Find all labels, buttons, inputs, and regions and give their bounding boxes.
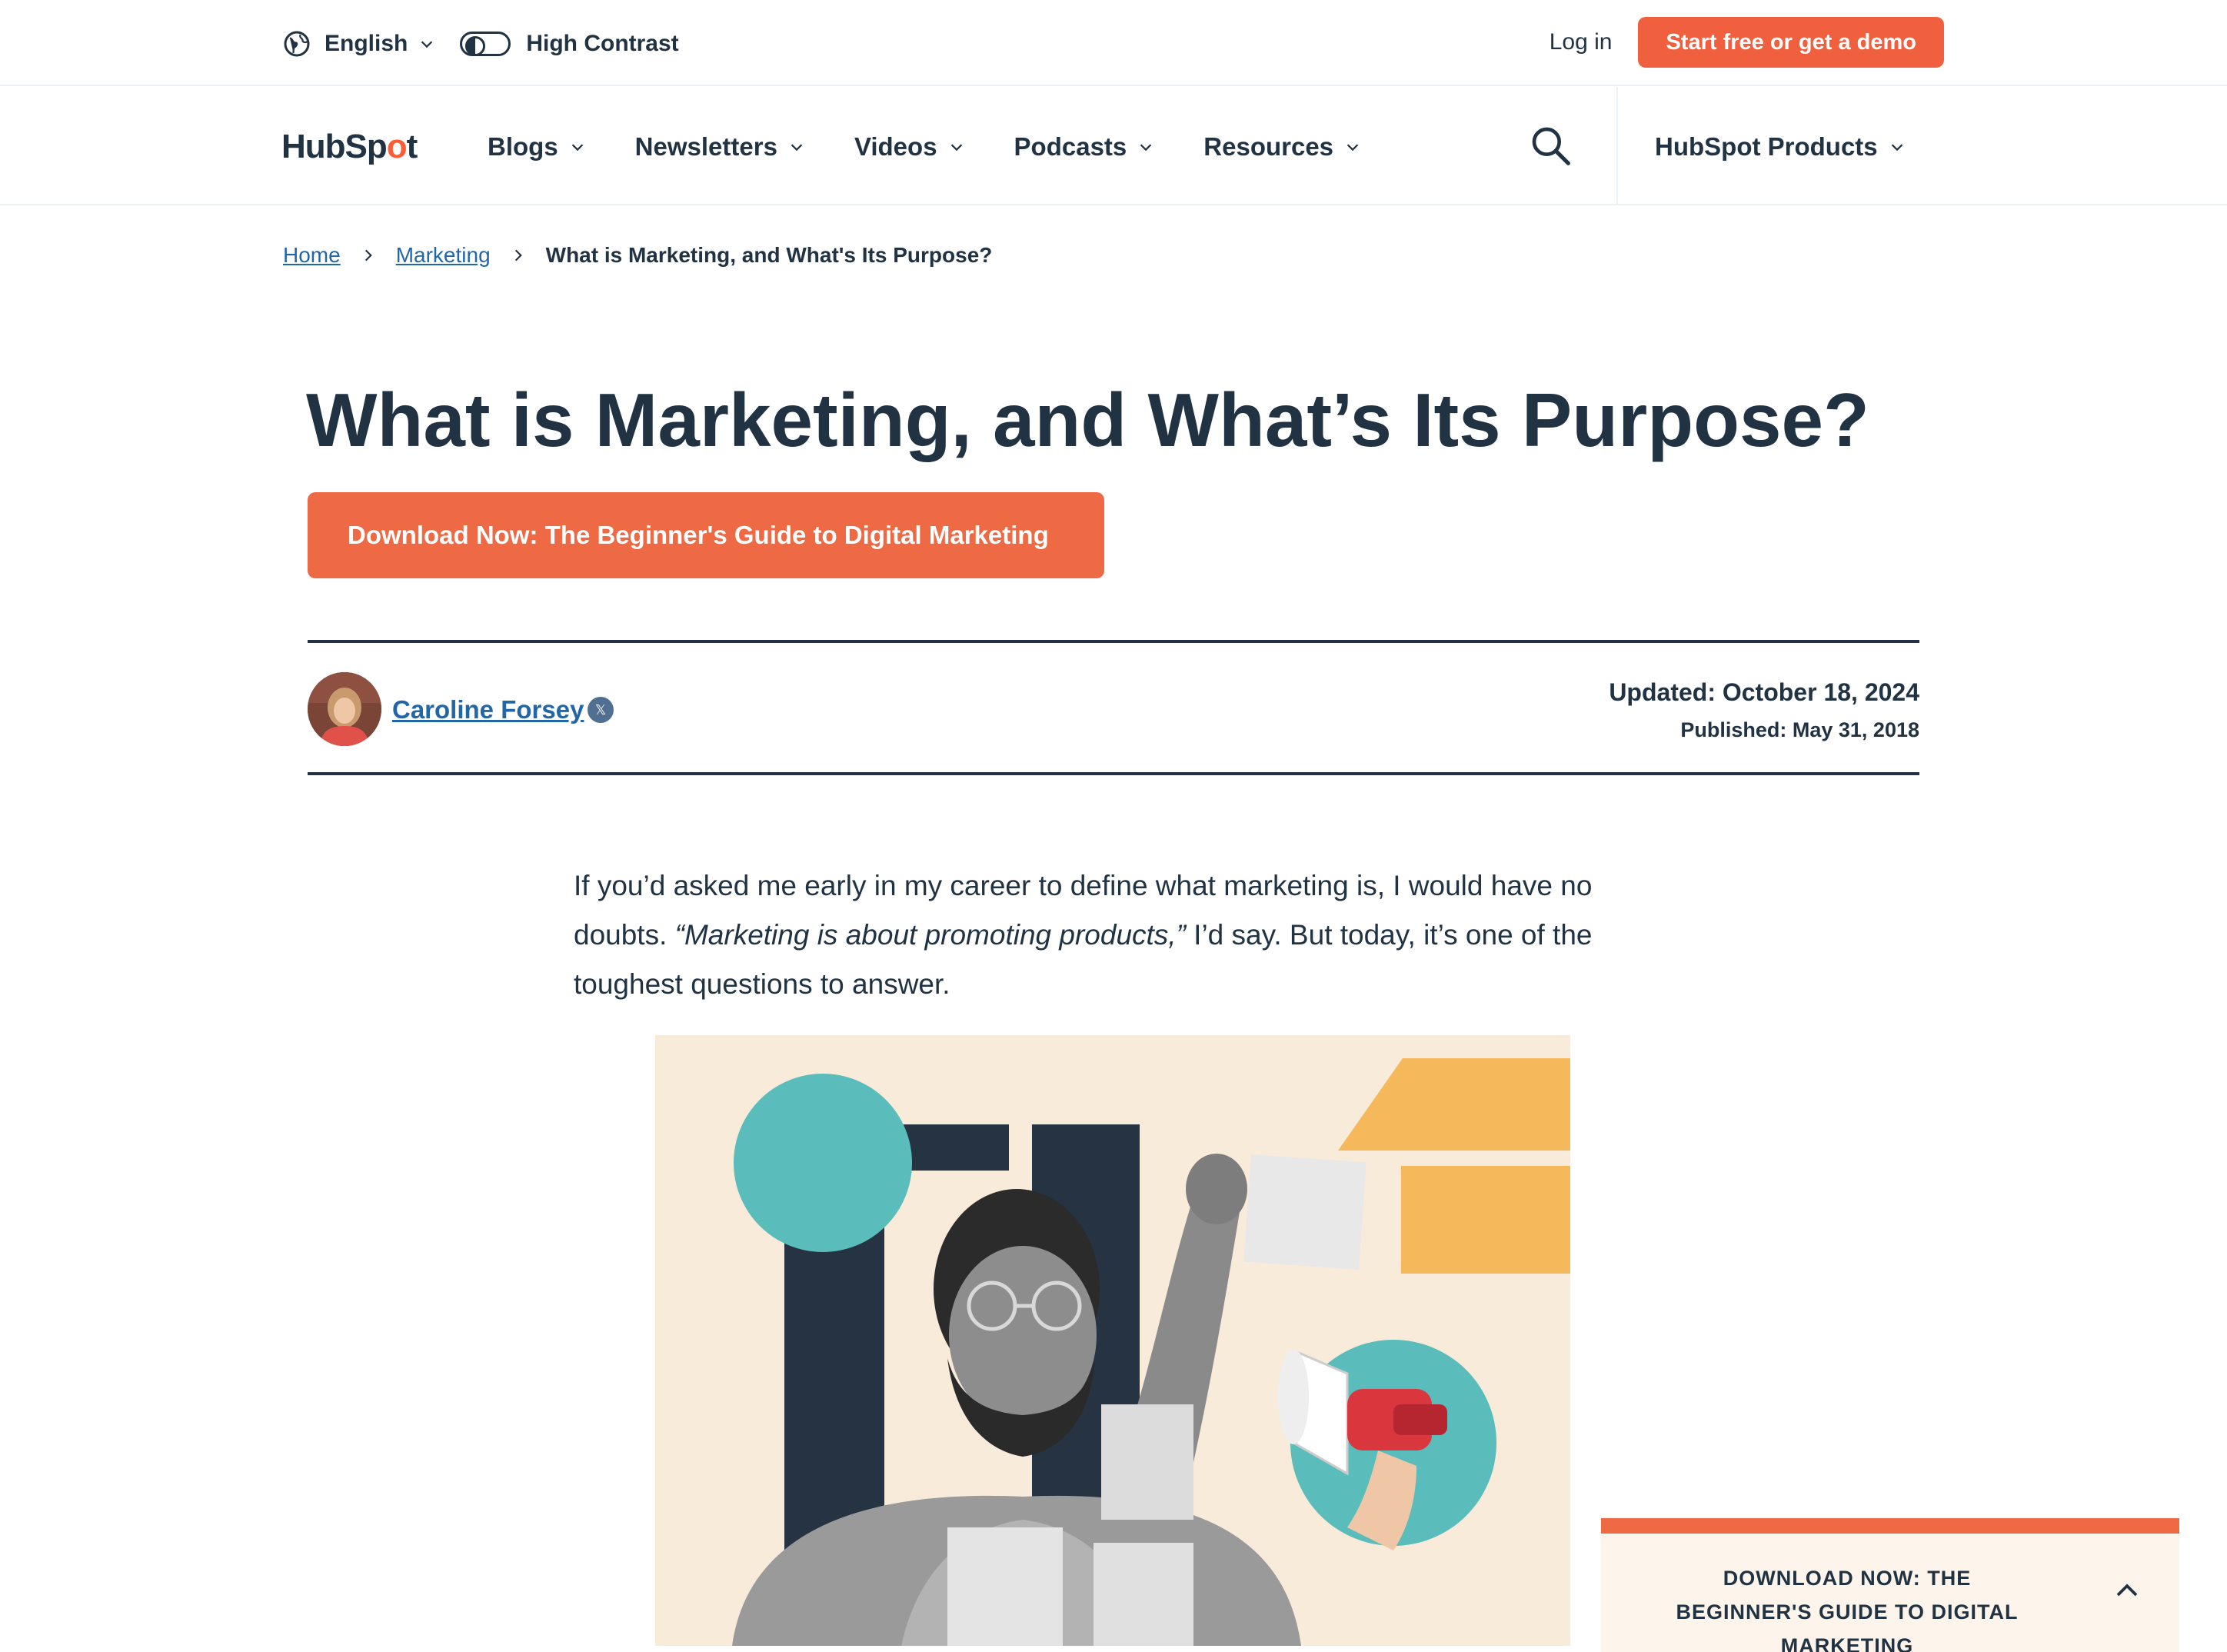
x-icon[interactable]: 𝕏 <box>588 697 614 723</box>
hubspot-logo[interactable]: HubSp o t <box>281 125 418 168</box>
nav-item-podcasts[interactable]: Podcasts <box>1014 132 1155 162</box>
page-title: What is Marketing, and What’s Its Purpos… <box>306 378 1869 462</box>
marketing-illustration <box>655 1035 1570 1646</box>
logo-suffix: t <box>406 128 418 165</box>
utility-right: Log in Start free or get a demo <box>1550 17 1944 68</box>
language-label: English <box>325 31 408 56</box>
breadcrumb-current: What is Marketing, and What's Its Purpos… <box>545 243 993 267</box>
chevron-down-icon <box>1140 144 1152 152</box>
search-icon[interactable] <box>1529 124 1572 167</box>
chevron-right-icon <box>365 249 372 261</box>
breadcrumb-marketing[interactable]: Marketing <box>396 243 491 268</box>
utility-left: English High Contrast <box>283 26 679 62</box>
high-contrast-toggle[interactable]: High Contrast <box>435 31 679 57</box>
toggle-switch[interactable] <box>460 32 511 56</box>
avatar-photo <box>308 672 381 746</box>
avatar[interactable] <box>308 672 381 746</box>
chevron-down-icon <box>791 144 803 152</box>
chevron-up-icon[interactable] <box>2113 1577 2141 1604</box>
logo-prefix: HubSp <box>281 128 388 165</box>
main-nav: HubSp o t Blogs Newsletters Videos Podca… <box>0 87 2227 205</box>
nav-item-blogs[interactable]: Blogs <box>488 132 586 162</box>
nav-label: Newsletters <box>634 132 777 161</box>
sticky-cta-text[interactable]: DOWNLOAD NOW: THE BEGINNER'S GUIDE TO DI… <box>1663 1561 2032 1652</box>
chevron-down-icon <box>571 144 583 152</box>
breadcrumb: Home Marketing What is Marketing, and Wh… <box>283 243 992 268</box>
nav-label: Resources <box>1203 132 1334 161</box>
nav-item-resources[interactable]: Resources <box>1203 132 1361 162</box>
logo-sprocket: o <box>386 128 408 165</box>
hero-image <box>655 1035 1570 1646</box>
high-contrast-label: High Contrast <box>526 31 679 56</box>
nav-label: Blogs <box>488 132 558 161</box>
sticky-download-cta[interactable]: DOWNLOAD NOW: THE BEGINNER'S GUIDE TO DI… <box>1601 1518 2179 1652</box>
nav-label: Videos <box>854 132 937 161</box>
nav-divider <box>1616 87 1618 205</box>
nav-item-videos[interactable]: Videos <box>854 132 965 162</box>
chevron-down-icon <box>1347 144 1359 152</box>
updated-date: Updated: October 18, 2024 <box>1609 678 1919 706</box>
author-box: Caroline Forsey 𝕏 Updated: October 18, 2… <box>308 640 1919 775</box>
language-selector[interactable]: English <box>283 30 435 58</box>
hubspot-products-menu[interactable]: HubSpot Products <box>1655 125 1906 168</box>
author-link[interactable]: Caroline Forsey <box>392 695 584 724</box>
chevron-down-icon <box>1891 144 1902 152</box>
intro-quote: “Marketing is about promoting products,” <box>674 919 1186 951</box>
chevron-right-icon <box>514 249 522 261</box>
published-date: Published: May 31, 2018 <box>1680 718 1919 741</box>
chevron-down-icon <box>950 144 962 152</box>
nav-label: Podcasts <box>1014 132 1127 161</box>
start-free-button[interactable]: Start free or get a demo <box>1638 17 1944 68</box>
intro-paragraph: If you’d asked me early in my career to … <box>574 861 1666 1009</box>
chevron-down-icon <box>421 41 433 48</box>
globe-icon <box>284 31 310 57</box>
login-link[interactable]: Log in <box>1550 29 1613 55</box>
breadcrumb-home[interactable]: Home <box>283 243 341 268</box>
nav-item-newsletters[interactable]: Newsletters <box>635 132 805 162</box>
download-guide-button[interactable]: Download Now: The Beginner's Guide to Di… <box>308 492 1104 578</box>
nav-items: Blogs Newsletters Videos Podcasts Resour… <box>488 125 1410 168</box>
utility-bar: English High Contrast Log in Start free … <box>0 0 2227 86</box>
products-label: HubSpot Products <box>1655 132 1878 161</box>
